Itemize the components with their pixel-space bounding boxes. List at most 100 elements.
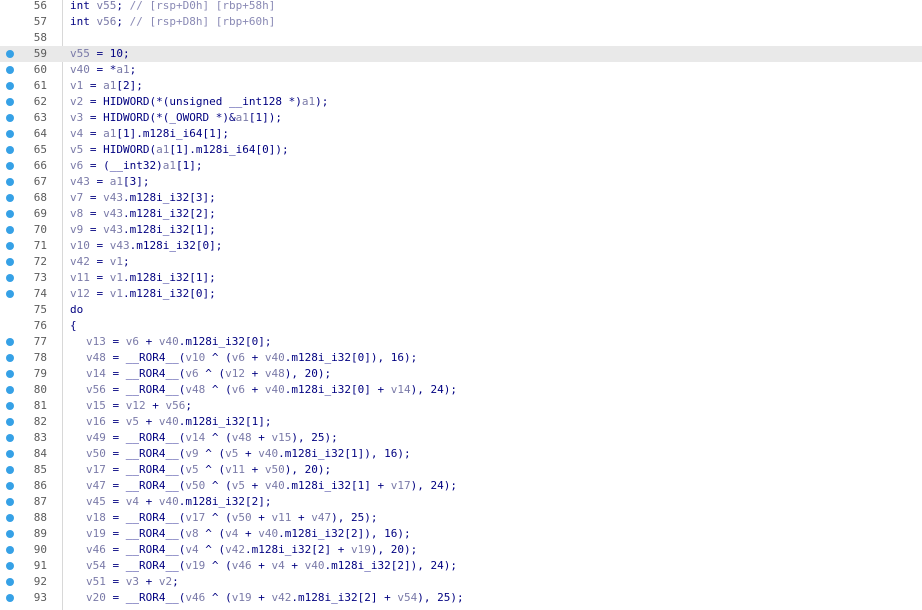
breakpoint-dot-icon[interactable] [6, 178, 14, 186]
breakpoint-dot-icon[interactable] [6, 258, 14, 266]
line-number: 62 [33, 95, 47, 108]
code-line[interactable]: 70 v9 = v43.m128i_i32[1]; [0, 222, 922, 238]
code-line[interactable]: 65 v5 = HIDWORD(a1[1].m128i_i64[0]); [0, 142, 922, 158]
code-line[interactable]: 87 v45 = v4 + v40.m128i_i32[2]; [0, 494, 922, 510]
breakpoint-dot-icon[interactable] [6, 482, 14, 490]
breakpoint-dot-icon[interactable] [6, 594, 14, 602]
breakpoint-dot-icon[interactable] [6, 98, 14, 106]
code-line[interactable]: 92 v51 = v3 + v2; [0, 574, 922, 590]
breakpoint-dot-icon[interactable] [6, 466, 14, 474]
line-number: 65 [33, 143, 47, 156]
breakpoint-dot-icon[interactable] [6, 562, 14, 570]
breakpoint-dot-icon[interactable] [6, 402, 14, 410]
code-line[interactable]: 74 v12 = v1.m128i_i32[0]; [0, 286, 922, 302]
code-line[interactable]: 64 v4 = a1[1].m128i_i64[1]; [0, 126, 922, 142]
code-line[interactable]: 66 v6 = (__int32)a1[1]; [0, 158, 922, 174]
line-number: 87 [33, 495, 47, 508]
code-line[interactable]: 91 v54 = __ROR4__(v19 ^ (v46 + v4 + v40.m… [0, 558, 922, 574]
line-number: 64 [33, 127, 47, 140]
breakpoint-dot-icon[interactable] [6, 450, 14, 458]
code-text: v54 = __ROR4__(v19 ^ (v46 + v4 + v40.m12… [86, 559, 457, 572]
pseudocode-view[interactable]: 56 int v55; // [rsp+D0h] [rbp+58h] 57 int v… [0, 0, 922, 610]
line-number: 83 [33, 431, 47, 444]
code-line[interactable]: 59 v55 = 10; [0, 46, 922, 62]
code-line[interactable]: 86 v47 = __ROR4__(v50 ^ (v5 + v40.m128i_i… [0, 478, 922, 494]
breakpoint-dot-icon[interactable] [6, 210, 14, 218]
breakpoint-dot-icon[interactable] [6, 530, 14, 538]
code-line[interactable]: 75 do [0, 302, 922, 318]
breakpoint-dot-icon[interactable] [6, 82, 14, 90]
breakpoint-dot-icon[interactable] [6, 66, 14, 74]
breakpoint-dot-icon[interactable] [6, 290, 14, 298]
code-text: v47 = __ROR4__(v50 ^ (v5 + v40.m128i_i32… [86, 479, 457, 492]
line-number: 88 [33, 511, 47, 524]
line-number: 80 [33, 383, 47, 396]
code-text: do [70, 303, 84, 316]
code-text: v51 = v3 + v2; [86, 575, 179, 588]
breakpoint-dot-icon[interactable] [6, 130, 14, 138]
code-line[interactable]: 58 [0, 30, 922, 46]
code-line[interactable]: 72 v42 = v1; [0, 254, 922, 270]
code-line[interactable]: 77 v13 = v6 + v40.m128i_i32[0]; [0, 334, 922, 350]
line-number: 63 [33, 111, 47, 124]
line-number: 76 [33, 319, 47, 332]
breakpoint-dot-icon[interactable] [6, 354, 14, 362]
code-line[interactable]: 60 v40 = *a1; [0, 62, 922, 78]
code-text: v43 = a1[3]; [70, 175, 150, 188]
breakpoint-dot-icon[interactable] [6, 434, 14, 442]
breakpoint-dot-icon[interactable] [6, 194, 14, 202]
code-line[interactable]: 63 v3 = HIDWORD(*(_OWORD *)&a1[1]); [0, 110, 922, 126]
code-line[interactable]: 93 v20 = __ROR4__(v46 ^ (v19 + v42.m128i_… [0, 590, 922, 606]
code-line[interactable]: 89 v19 = __ROR4__(v8 ^ (v4 + v40.m128i_i3… [0, 526, 922, 542]
breakpoint-dot-icon[interactable] [6, 50, 14, 58]
code-line[interactable]: 90 v46 = __ROR4__(v4 ^ (v42.m128i_i32[2] … [0, 542, 922, 558]
code-line[interactable]: 83 v49 = __ROR4__(v14 ^ (v48 + v15), 25); [0, 430, 922, 446]
code-line[interactable]: 62 v2 = HIDWORD(*(unsigned __int128 *)a1)… [0, 94, 922, 110]
code-line[interactable]: 67 v43 = a1[3]; [0, 174, 922, 190]
code-text: v14 = __ROR4__(v6 ^ (v12 + v48), 20); [86, 367, 332, 380]
line-number: 74 [33, 287, 47, 300]
code-line[interactable]: 85 v17 = __ROR4__(v5 ^ (v11 + v50), 20); [0, 462, 922, 478]
breakpoint-dot-icon[interactable] [6, 418, 14, 426]
code-line[interactable]: 68 v7 = v43.m128i_i32[3]; [0, 190, 922, 206]
breakpoint-dot-icon[interactable] [6, 386, 14, 394]
code-line[interactable]: 56 int v55; // [rsp+D0h] [rbp+58h] [0, 0, 922, 14]
code-line[interactable]: 80 v56 = __ROR4__(v48 ^ (v6 + v40.m128i_i… [0, 382, 922, 398]
breakpoint-dot-icon[interactable] [6, 162, 14, 170]
code-text: v2 = HIDWORD(*(unsigned __int128 *)a1); [70, 95, 329, 108]
code-text: { [70, 319, 77, 332]
code-line[interactable]: 73 v11 = v1.m128i_i32[1]; [0, 270, 922, 286]
line-number: 56 [33, 0, 47, 12]
breakpoint-dot-icon[interactable] [6, 514, 14, 522]
code-line[interactable]: 57 int v56; // [rsp+D8h] [rbp+60h] [0, 14, 922, 30]
code-line[interactable]: 76 { [0, 318, 922, 334]
breakpoint-dot-icon[interactable] [6, 498, 14, 506]
breakpoint-dot-icon[interactable] [6, 546, 14, 554]
line-number: 69 [33, 207, 47, 220]
code-line[interactable]: 69 v8 = v43.m128i_i32[2]; [0, 206, 922, 222]
breakpoint-dot-icon[interactable] [6, 114, 14, 122]
code-line[interactable]: 79 v14 = __ROR4__(v6 ^ (v12 + v48), 20); [0, 366, 922, 382]
code-text: int v56; // [rsp+D8h] [rbp+60h] [70, 15, 276, 28]
breakpoint-dot-icon[interactable] [6, 370, 14, 378]
line-number: 81 [33, 399, 47, 412]
breakpoint-dot-icon[interactable] [6, 338, 14, 346]
code-line[interactable]: 88 v18 = __ROR4__(v17 ^ (v50 + v11 + v47)… [0, 510, 922, 526]
breakpoint-dot-icon[interactable] [6, 274, 14, 282]
code-text: v55 = 10; [70, 47, 130, 60]
code-line[interactable]: 78 v48 = __ROR4__(v10 ^ (v6 + v40.m128i_i… [0, 350, 922, 366]
line-number: 91 [33, 559, 47, 572]
code-text: v49 = __ROR4__(v14 ^ (v48 + v15), 25); [86, 431, 338, 444]
code-line[interactable]: 82 v16 = v5 + v40.m128i_i32[1]; [0, 414, 922, 430]
code-line[interactable]: 61 v1 = a1[2]; [0, 78, 922, 94]
code-text: v5 = HIDWORD(a1[1].m128i_i64[0]); [70, 143, 289, 156]
code-line[interactable]: 71 v10 = v43.m128i_i32[0]; [0, 238, 922, 254]
code-text: v16 = v5 + v40.m128i_i32[1]; [86, 415, 272, 428]
code-line[interactable]: 84 v50 = __ROR4__(v9 ^ (v5 + v40.m128i_i3… [0, 446, 922, 462]
line-number: 92 [33, 575, 47, 588]
breakpoint-dot-icon[interactable] [6, 578, 14, 586]
breakpoint-dot-icon[interactable] [6, 242, 14, 250]
code-line[interactable]: 81 v15 = v12 + v56; [0, 398, 922, 414]
breakpoint-dot-icon[interactable] [6, 226, 14, 234]
breakpoint-dot-icon[interactable] [6, 146, 14, 154]
